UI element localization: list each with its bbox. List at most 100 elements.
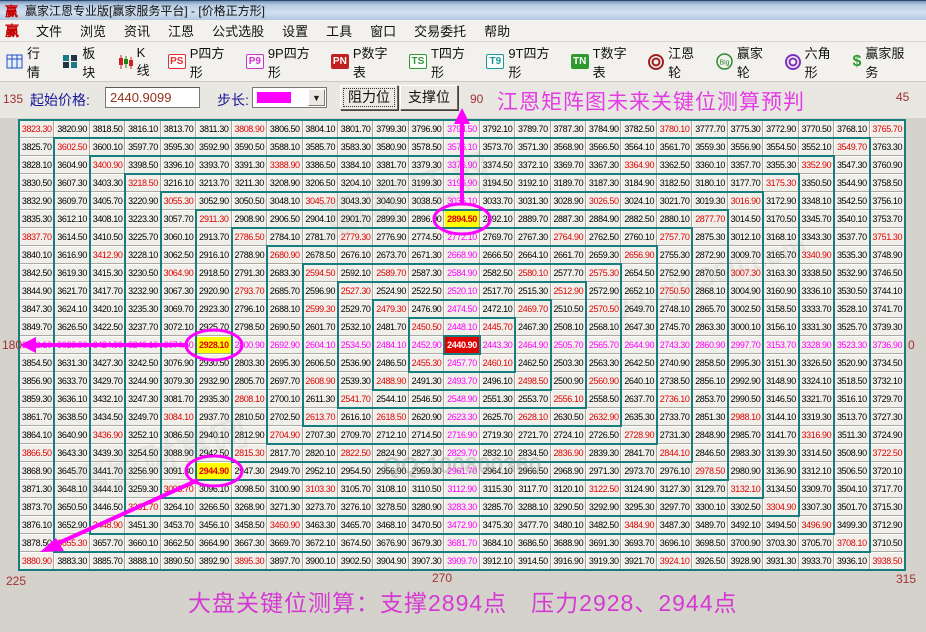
toolbar-button-T四方形[interactable]: TST四方形 <box>409 43 475 81</box>
grid-cell-r1-c1: 3602.50 <box>54 138 89 156</box>
grid-cell-r7-c4: 3062.50 <box>161 246 196 264</box>
grid-cell-r6-c20: 3012.10 <box>728 228 763 246</box>
grid-cell-r5-c0: 3835.30 <box>19 210 54 228</box>
support-button[interactable]: 支撑位 <box>400 85 458 110</box>
grid-cell-r20-c8: 3103.30 <box>303 480 338 498</box>
grid-cell-r18-c24: 3722.50 <box>870 444 905 462</box>
grid-cell-r16-c11: 2620.90 <box>409 408 444 426</box>
grid-cell-r22-c16: 3482.50 <box>586 516 621 534</box>
grid-cell-r22-c13: 3475.30 <box>480 516 515 534</box>
grid-cell-r23-c8: 3672.10 <box>303 534 338 552</box>
grid-cell-r20-c5: 3096.10 <box>196 480 231 498</box>
grid-cell-r5-c3: 3223.30 <box>125 210 160 228</box>
grid-cell-r9-c12: 2520.10 <box>444 282 479 300</box>
grid-cell-r3-c10: 3201.70 <box>373 174 408 192</box>
grid-cell-r20-c14: 3117.70 <box>515 480 550 498</box>
grid-cell-r19-c8: 2952.10 <box>303 462 338 480</box>
toolbar-button-P数字表[interactable]: PNP数字表 <box>331 43 398 81</box>
menu-item-窗口[interactable]: 窗口 <box>361 19 405 42</box>
grid-cell-r4-c11: 3038.50 <box>409 192 444 210</box>
toolbar-button-板块[interactable]: 板块 <box>62 43 106 81</box>
grid-cell-r1-c22: 3552.10 <box>799 138 834 156</box>
p9-square-icon: P9 <box>246 54 264 69</box>
grid-cell-r16-c8: 2613.70 <box>303 408 338 426</box>
grid-cell-r10-c21: 3158.50 <box>763 300 798 318</box>
grid-cell-r14-c17: 2640.10 <box>621 372 656 390</box>
grid-cell-r22-c0: 3876.10 <box>19 516 54 534</box>
toolbar-label: 六角形 <box>805 43 842 81</box>
grid-cell-r3-c18: 3182.50 <box>657 174 692 192</box>
toolbar-button-赢家服务[interactable]: $赢家服务 <box>853 43 916 81</box>
grid-cell-r14-c22: 3324.10 <box>799 372 834 390</box>
grid-cell-r14-c6: 2805.70 <box>232 372 267 390</box>
grid-cell-r6-c4: 3060.10 <box>161 228 196 246</box>
grid-cell-r5-c19: 2877.70 <box>692 210 727 228</box>
grid-cell-r11-c0: 3849.70 <box>19 318 54 336</box>
toolbar-button-江恩轮[interactable]: 江恩轮 <box>648 43 705 81</box>
toolbar-button-行情[interactable]: 行情 <box>6 43 51 81</box>
grid-cell-r23-c22: 3705.70 <box>799 534 834 552</box>
grid-cell-r22-c9: 3465.70 <box>338 516 373 534</box>
grid-cell-r9-c17: 2652.10 <box>621 282 656 300</box>
grid-cell-r24-c7: 3897.70 <box>267 552 302 570</box>
grid-cell-r20-c13: 3115.30 <box>480 480 515 498</box>
menu-item-工具[interactable]: 工具 <box>317 19 361 42</box>
grid-cell-r22-c18: 3487.30 <box>657 516 692 534</box>
grid-cell-r17-c8: 2707.30 <box>303 426 338 444</box>
toolbar-button-9T四方形[interactable]: T99T四方形 <box>486 43 559 81</box>
grid-cell-r17-c18: 2731.30 <box>657 426 692 444</box>
grid-cell-r19-c22: 3312.10 <box>799 462 834 480</box>
grid-cell-r4-c5: 3052.90 <box>196 192 231 210</box>
menu-item-文件[interactable]: 文件 <box>27 19 71 42</box>
combobox-dropdown-icon[interactable]: ▼ <box>308 89 325 106</box>
grid-cell-r10-c8: 2599.30 <box>303 300 338 318</box>
grid-cell-r16-c2: 3434.50 <box>90 408 125 426</box>
grid-cell-r13-c0: 3854.50 <box>19 354 54 372</box>
title-bar: 赢 赢家江恩专业版[赢家服务平台] - [价格正方形] <box>0 0 926 20</box>
grid-cell-r15-c17: 2637.70 <box>621 390 656 408</box>
grid-cell-r17-c7: 2704.90 <box>267 426 302 444</box>
grid-cell-r16-c10: 2618.50 <box>373 408 408 426</box>
grid-cell-r17-c24: 3724.90 <box>870 426 905 444</box>
grid-cell-r6-c5: 2913.70 <box>196 228 231 246</box>
menu-item-资讯[interactable]: 资讯 <box>115 19 159 42</box>
grid-cell-r5-c2: 3408.10 <box>90 210 125 228</box>
grid-cell-r16-c9: 2616.10 <box>338 408 373 426</box>
menu-item-帮助[interactable]: 帮助 <box>475 19 519 42</box>
toolbar-button-赢家轮[interactable]: Big赢家轮 <box>716 43 774 81</box>
grid-cell-r12-c18: 2743.30 <box>657 336 692 354</box>
menu-item-公式选股[interactable]: 公式选股 <box>203 19 273 42</box>
toolbar: 行情板块 K线 PSP四方形 P99P四方形 PNP数字表 TST四方形 T99T四方形 TN… <box>0 42 926 82</box>
grid-cell-r5-c8: 2904.10 <box>303 210 338 228</box>
grid-cell-r18-c16: 2839.30 <box>586 444 621 462</box>
grid-cell-r15-c11: 2546.50 <box>409 390 444 408</box>
toolbar-button-9P四方形[interactable]: P99P四方形 <box>246 43 320 81</box>
grid-cell-r0-c1: 3820.90 <box>54 120 89 138</box>
toolbar-button-P四方形[interactable]: PSP四方形 <box>168 43 235 81</box>
step-color-combobox[interactable]: ▼ <box>252 87 327 108</box>
grid-cell-r2-c4: 3396.10 <box>161 156 196 174</box>
grid-cell-r5-c10: 2899.30 <box>373 210 408 228</box>
grid-cell-r15-c10: 2544.10 <box>373 390 408 408</box>
grid-cell-r9-c5: 2920.90 <box>196 282 231 300</box>
start-price-input[interactable] <box>105 87 200 108</box>
grid-cell-r19-c21: 3136.90 <box>763 462 798 480</box>
grid-cell-r11-c2: 3422.50 <box>90 318 125 336</box>
toolbar-button-T数字表[interactable]: TNT数字表 <box>571 43 637 81</box>
grid-cell-r1-c15: 3568.90 <box>551 138 586 156</box>
grid-cell-r1-c13: 3573.70 <box>480 138 515 156</box>
menu-item-江恩[interactable]: 江恩 <box>159 19 203 42</box>
grid-cell-r12-c19: 2860.90 <box>692 336 727 354</box>
menu-item-交易委托[interactable]: 交易委托 <box>405 19 475 42</box>
grid-cell-r24-c16: 3919.30 <box>586 552 621 570</box>
grid-cell-r19-c23: 3506.50 <box>834 462 869 480</box>
toolbar-button-六角形[interactable]: 六角形 <box>785 43 842 81</box>
menu-item-设置[interactable]: 设置 <box>273 19 317 42</box>
grid-cell-r24-c12: 3909.70 <box>444 552 479 570</box>
menu-item-浏览[interactable]: 浏览 <box>71 19 115 42</box>
resistance-button[interactable]: 阻力位 <box>340 85 398 110</box>
grid-cell-r2-c5: 3393.70 <box>196 156 231 174</box>
grid-cell-r8-c13: 2582.50 <box>480 264 515 282</box>
grid-cell-r23-c1: 3655.30 <box>54 534 89 552</box>
toolbar-button-K线[interactable]: K线 <box>118 45 157 79</box>
